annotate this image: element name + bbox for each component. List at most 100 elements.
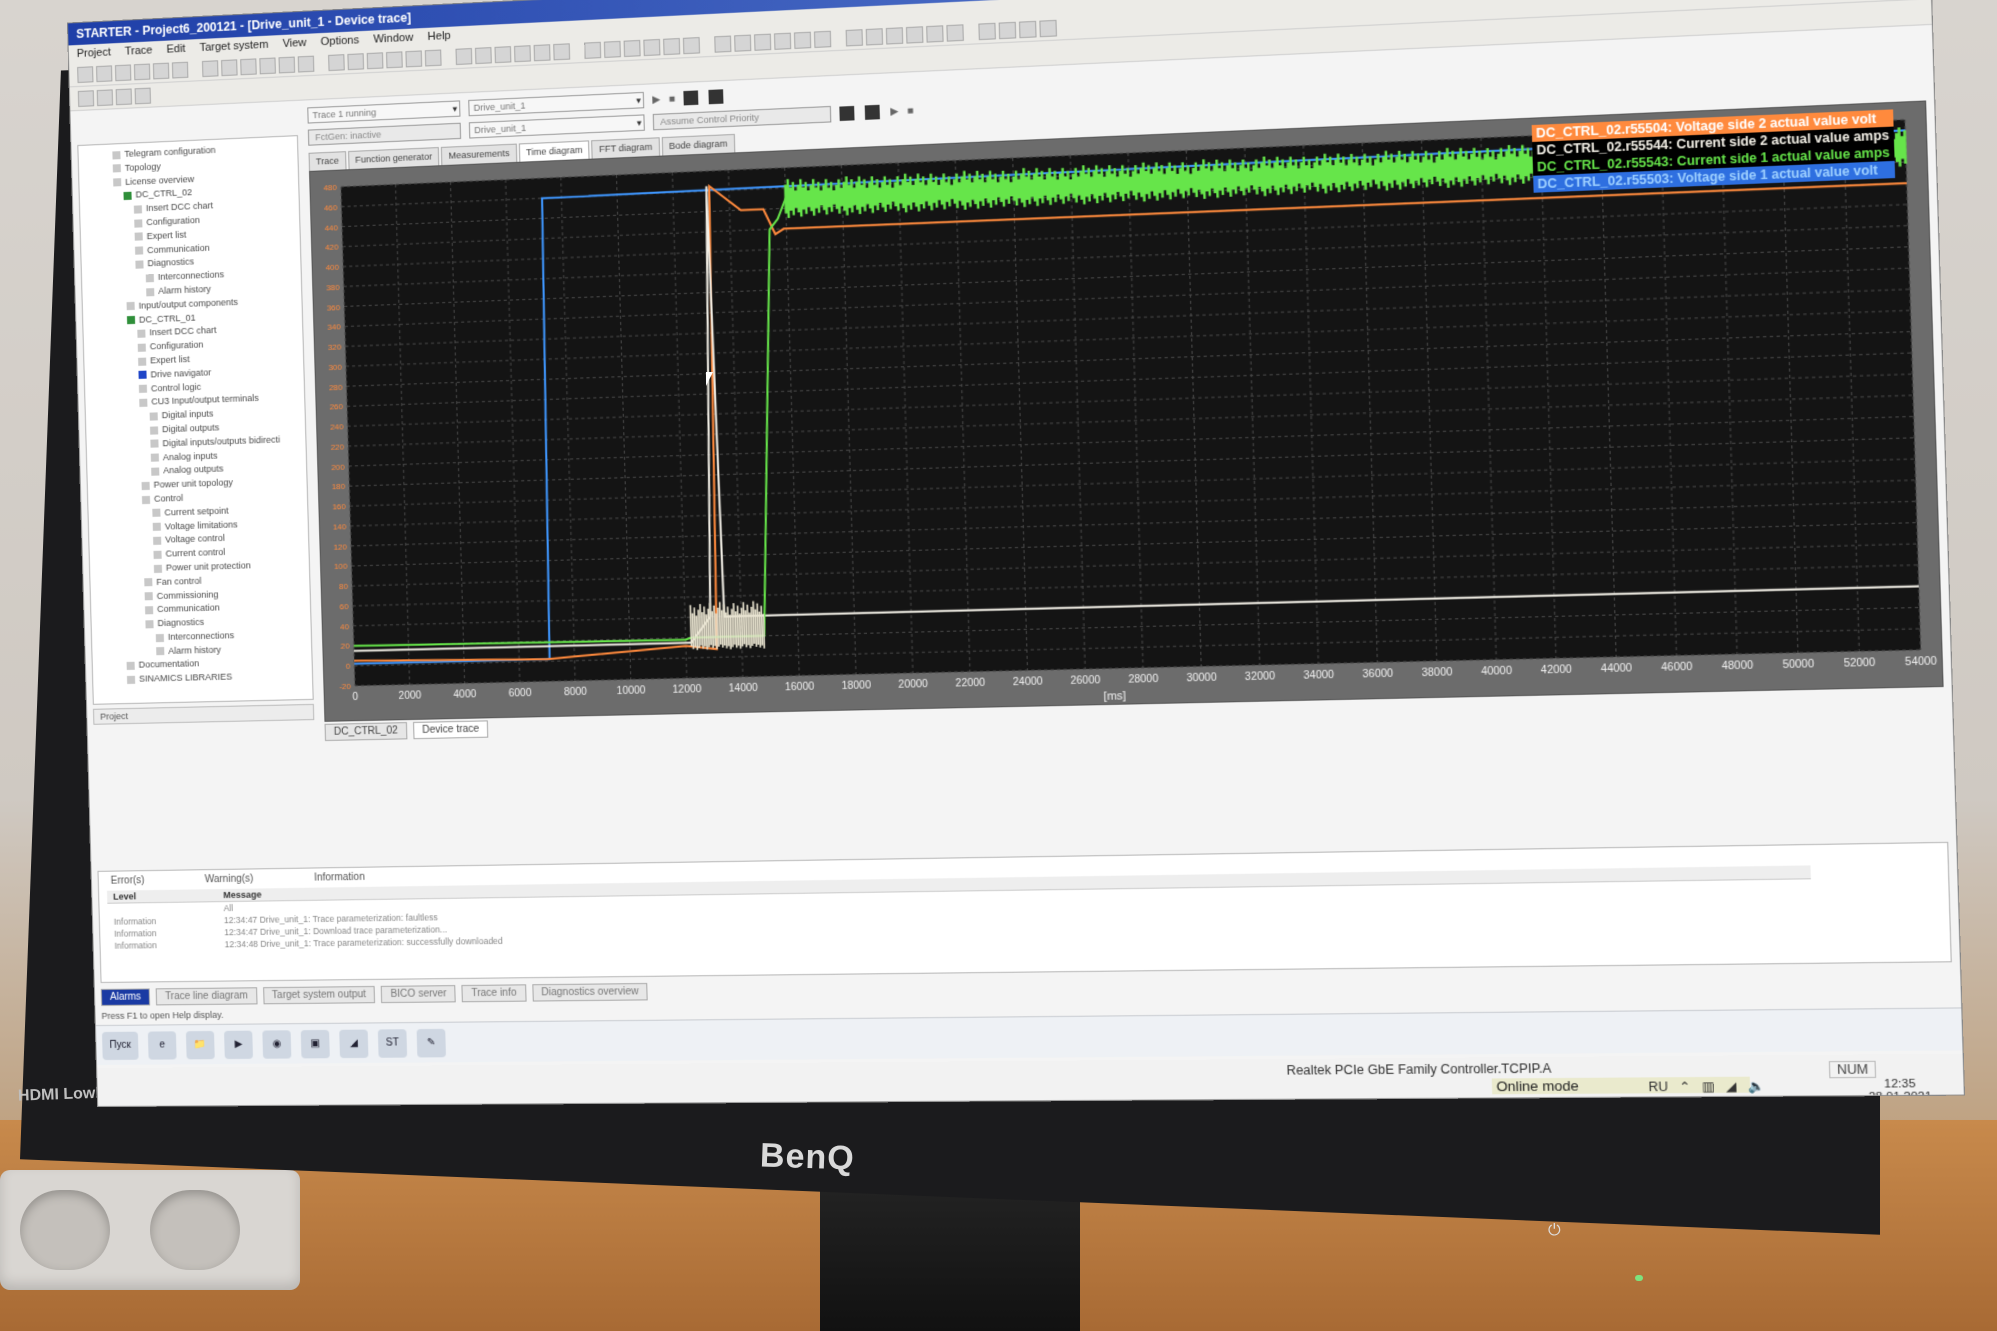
document-tab[interactable]: DC_CTRL_02 xyxy=(324,722,408,742)
bottom-tab-target-system-output[interactable]: Target system output xyxy=(262,985,376,1005)
device-combo-2[interactable]: Drive_unit_1 xyxy=(468,114,645,139)
toolbar-button-icon[interactable] xyxy=(134,87,151,104)
explorer-icon[interactable]: 📁 xyxy=(185,1030,215,1059)
chevron-up-icon[interactable]: ⌃ xyxy=(1679,1079,1691,1094)
toolbar-button-icon[interactable] xyxy=(813,30,832,48)
toolbar-button-icon[interactable] xyxy=(946,23,964,42)
toolbar-button-icon[interactable] xyxy=(885,26,904,45)
toolbar-button-icon[interactable] xyxy=(96,88,114,106)
language-indicator[interactable]: RU xyxy=(1648,1079,1668,1094)
toolbar-button-icon[interactable] xyxy=(584,41,602,59)
menu-item[interactable]: View xyxy=(282,34,306,53)
start-button[interactable]: Пуск xyxy=(101,1031,139,1060)
toolbar-button-icon[interactable] xyxy=(643,38,661,56)
message-filter-checkbox[interactable]: Information xyxy=(314,872,365,884)
toolbar-button-icon[interactable] xyxy=(494,45,512,63)
bottom-tab-trace-line-diagram[interactable]: Trace line diagram xyxy=(155,987,258,1006)
bottom-tab-bico-server[interactable]: BICO server xyxy=(381,985,457,1004)
fctgen-start-icon[interactable] xyxy=(839,105,855,122)
tab-trace[interactable]: Trace xyxy=(308,151,347,171)
document-tab[interactable]: Device trace xyxy=(412,720,489,740)
app-icon[interactable]: ▣ xyxy=(300,1029,330,1058)
media-icon[interactable]: ▶ xyxy=(224,1030,253,1059)
toolbar-button-icon[interactable] xyxy=(133,63,151,80)
toolbar-button-icon[interactable] xyxy=(793,31,812,49)
tool-icon[interactable]: ✎ xyxy=(416,1028,446,1057)
toolbar-button-icon[interactable] xyxy=(533,43,551,61)
chrome-icon[interactable]: ◉ xyxy=(262,1029,292,1059)
message-filter-checkbox[interactable]: Error(s) xyxy=(111,875,145,887)
toolbar-button-icon[interactable] xyxy=(773,32,792,50)
volume-icon[interactable]: 🔈 xyxy=(1748,1079,1765,1094)
toolbar-button-icon[interactable] xyxy=(347,52,365,70)
trace-chart[interactable]: 0 2000 4000 6000 8000 10000 12000 14000 16000 180… xyxy=(309,100,1944,722)
starter-icon[interactable]: ◢ xyxy=(339,1029,369,1058)
toolbar-button-icon[interactable] xyxy=(221,58,238,76)
project-tab[interactable]: Project xyxy=(92,703,315,725)
toolbar-button-icon[interactable] xyxy=(978,22,996,40)
sinamics-icon[interactable]: ST xyxy=(377,1028,408,1058)
toolbar-button-icon[interactable] xyxy=(240,57,257,75)
power-icon[interactable]: ⏻ xyxy=(1548,1222,1561,1240)
menu-item[interactable]: Target system xyxy=(199,36,268,57)
legend: DC_CTRL_02.r55504: Voltage side 2 actual… xyxy=(1531,109,1896,193)
toolbar-button-icon[interactable] xyxy=(734,34,752,52)
fctgen-pause-icon[interactable] xyxy=(864,104,880,120)
message-filter-checkbox[interactable]: Warning(s) xyxy=(204,873,253,885)
toolbar-button-icon[interactable] xyxy=(424,48,442,66)
bottom-tab-alarms[interactable]: Alarms xyxy=(100,988,151,1006)
toolbar-button-icon[interactable] xyxy=(1018,20,1037,38)
toolbar-button-icon[interactable] xyxy=(96,64,113,82)
toolbar-button-icon[interactable] xyxy=(259,56,276,74)
menu-item[interactable]: Trace xyxy=(125,41,153,60)
toolbar-button-icon[interactable] xyxy=(297,55,315,73)
toolbar-button-icon[interactable] xyxy=(405,49,423,67)
toolbar-button-icon[interactable] xyxy=(845,28,863,46)
toolbar-button-icon[interactable] xyxy=(386,50,403,68)
toolbar-button-icon[interactable] xyxy=(754,33,772,51)
toolbar-button-icon[interactable] xyxy=(905,25,924,44)
project-tree[interactable]: Telegram configuration Topology License ov… xyxy=(77,135,314,705)
toolbar-button-icon[interactable] xyxy=(152,62,170,79)
menu-item[interactable]: Help xyxy=(427,27,451,46)
x-tick-label: 22000 xyxy=(955,678,985,690)
toolbar-button-icon[interactable] xyxy=(201,59,219,77)
fctgen-stop-icon[interactable]: ■ xyxy=(907,105,914,117)
menu-item[interactable]: Edit xyxy=(166,40,186,59)
toolbar-button-icon[interactable] xyxy=(553,42,571,60)
toolbar-button-icon[interactable] xyxy=(865,27,884,46)
toolbar-button-icon[interactable] xyxy=(1039,19,1057,37)
toolbar-button-icon[interactable] xyxy=(366,51,384,69)
toolbar-button-icon[interactable] xyxy=(278,56,296,73)
toolbar-button-icon[interactable] xyxy=(328,53,345,71)
play-icon[interactable]: ▶ xyxy=(652,94,660,106)
record-icon[interactable] xyxy=(683,90,699,106)
toolbar-button-icon[interactable] xyxy=(114,63,132,81)
bottom-tab-diagnostics-overview[interactable]: Diagnostics overview xyxy=(531,982,649,1002)
toolbar-button-icon[interactable] xyxy=(998,21,1017,39)
menu-item[interactable]: Options xyxy=(320,31,360,51)
toolbar-button-icon[interactable] xyxy=(623,39,641,57)
toolbar-button-icon[interactable] xyxy=(603,40,621,58)
fctgen-play-icon[interactable]: ▶ xyxy=(890,105,898,117)
toolbar-button-icon[interactable] xyxy=(513,44,531,62)
menu-item[interactable]: Window xyxy=(373,29,413,49)
toolbar-button-icon[interactable] xyxy=(682,36,701,54)
toolbar-button-icon[interactable] xyxy=(77,89,95,107)
toolbar-button-icon[interactable] xyxy=(77,65,94,83)
toolbar-button-icon[interactable] xyxy=(455,47,473,65)
ie-icon[interactable]: e xyxy=(147,1030,177,1060)
signal-icon[interactable]: ◢ xyxy=(1726,1079,1737,1094)
toolbar-button-icon[interactable] xyxy=(926,24,944,43)
menu-item[interactable]: Project xyxy=(77,43,112,63)
bottom-tab-trace-info[interactable]: Trace info xyxy=(461,984,527,1003)
assume-priority-button[interactable]: Assume Control Priority xyxy=(652,105,832,131)
toolbar-button-icon[interactable] xyxy=(115,87,133,105)
stop-icon[interactable]: ■ xyxy=(669,93,676,105)
toolbar-button-icon[interactable] xyxy=(714,35,732,53)
toolbar-button-icon[interactable] xyxy=(171,61,189,79)
save-trace-icon[interactable] xyxy=(708,89,724,105)
toolbar-button-icon[interactable] xyxy=(474,46,492,64)
toolbar-button-icon[interactable] xyxy=(663,37,681,55)
network-icon[interactable]: ▥ xyxy=(1702,1079,1715,1094)
